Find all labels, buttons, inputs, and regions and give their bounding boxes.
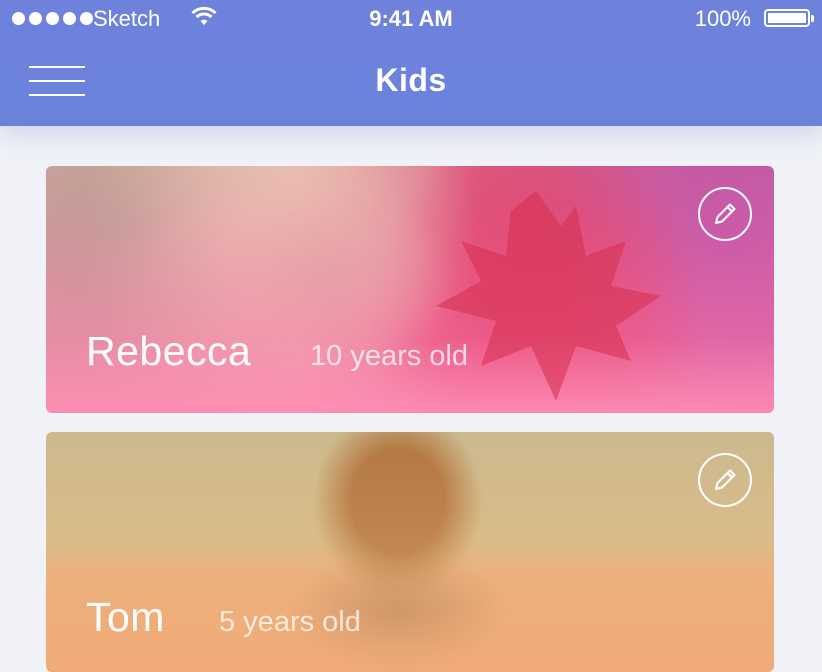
nav-header: Sketch 9:41 AM 100% Kids — [0, 0, 822, 126]
kid-card[interactable]: Tom 5 years old — [46, 432, 774, 672]
kid-card[interactable]: Rebecca 10 years old — [46, 166, 774, 413]
leaf-photo-detail — [436, 191, 661, 401]
edit-button[interactable] — [698, 453, 752, 507]
battery-icon — [764, 9, 814, 27]
kid-name: Tom — [86, 594, 165, 640]
page-title: Kids — [375, 62, 447, 98]
kid-age: 10 years old — [310, 340, 468, 372]
pencil-icon — [715, 469, 736, 490]
battery-percentage: 100% — [694, 6, 751, 31]
kid-name: Rebecca — [86, 328, 252, 374]
pencil-icon — [715, 203, 736, 224]
status-bar: Sketch 9:41 AM 100% — [0, 0, 822, 38]
kid-age: 5 years old — [219, 606, 361, 638]
edit-button[interactable] — [698, 187, 752, 241]
